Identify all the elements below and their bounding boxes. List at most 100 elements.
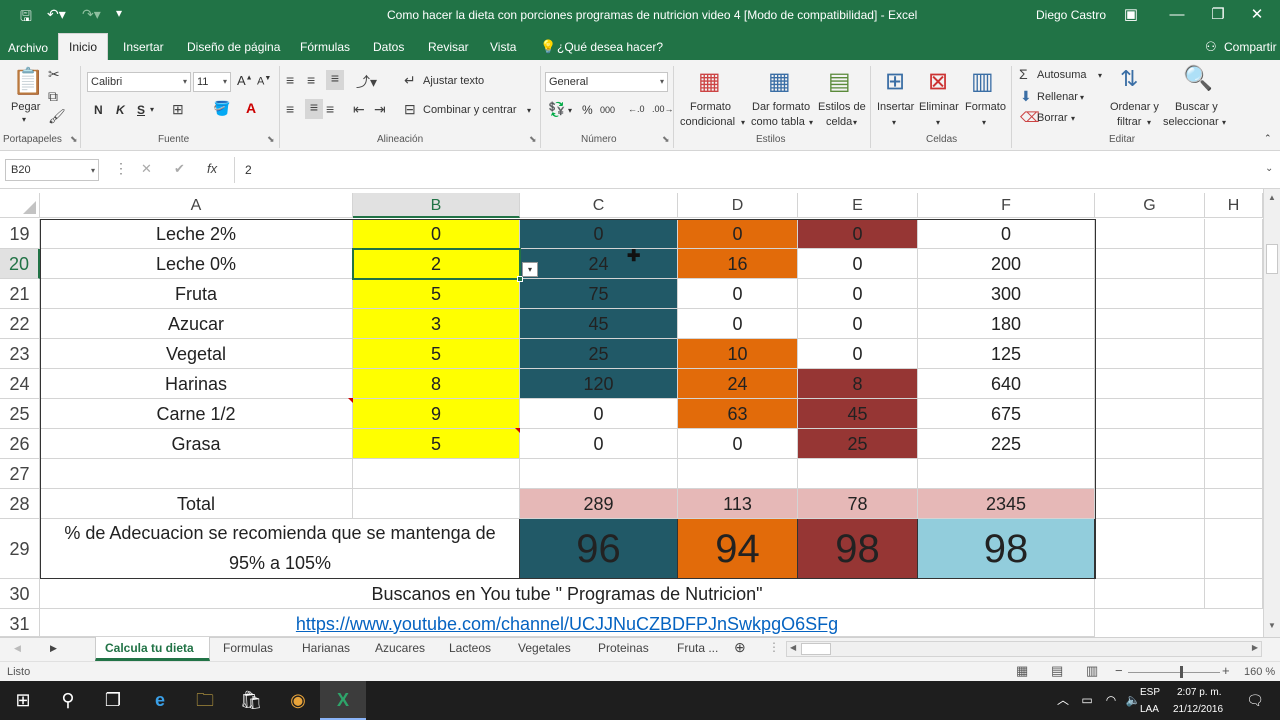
cell-c[interactable]: 0 — [520, 429, 678, 459]
cell-g[interactable] — [1095, 249, 1205, 279]
cell-e[interactable]: 25 — [798, 429, 918, 459]
scroll-up-icon[interactable]: ▲ — [1268, 193, 1276, 202]
cell-e[interactable]: 0 — [798, 219, 918, 249]
cell-g[interactable] — [1095, 219, 1205, 249]
vertical-scrollbar[interactable]: ▲ ▼ — [1263, 189, 1280, 637]
cell-g[interactable] — [1095, 399, 1205, 429]
wrap-text-button[interactable]: Ajustar texto — [423, 75, 484, 87]
clear-dropdown-icon[interactable]: ▾ — [1071, 114, 1075, 123]
cell-h[interactable] — [1205, 489, 1263, 519]
sheet-tab-formulas[interactable]: Formulas — [223, 641, 273, 655]
minimize-icon[interactable]: — — [1154, 0, 1200, 30]
find-line1[interactable]: Buscar y — [1175, 101, 1218, 113]
confirm-entry-icon[interactable]: ✔ — [174, 161, 185, 177]
collapse-ribbon-icon[interactable]: ⌃ — [1264, 133, 1272, 144]
task-view-icon[interactable]: ❐ — [90, 681, 136, 720]
insert-dropdown-icon[interactable]: ▾ — [892, 118, 896, 127]
underline-button[interactable]: S — [137, 103, 145, 117]
total-label[interactable]: Total — [40, 489, 353, 519]
font-size-box[interactable]: 11 ▾ — [193, 72, 231, 92]
align-right-icon[interactable]: ≡ — [326, 101, 334, 117]
cell-g[interactable] — [1095, 369, 1205, 399]
zoom-level[interactable]: 160 % — [1244, 666, 1275, 678]
cond-format-line2[interactable]: condicional — [680, 116, 735, 128]
scroll-down-icon[interactable]: ▼ — [1268, 621, 1276, 630]
language-code[interactable]: ESP — [1140, 687, 1160, 698]
chrome-icon[interactable]: ◉ — [275, 681, 321, 720]
cell-c[interactable]: 0 — [520, 219, 678, 249]
share-button[interactable]: Compartir — [1224, 40, 1277, 54]
row-header[interactable]: 30 — [0, 579, 40, 609]
total-c[interactable]: 289 — [520, 489, 678, 519]
cell-d[interactable]: 10 — [678, 339, 798, 369]
cell-c[interactable]: 45 — [520, 309, 678, 339]
number-format-box[interactable]: General ▾ — [545, 72, 668, 92]
cancel-entry-icon[interactable]: ✕ — [141, 161, 152, 177]
cell-g[interactable] — [1095, 579, 1205, 609]
sort-line2[interactable]: filtrar — [1117, 116, 1141, 128]
row-header[interactable]: 22 — [0, 309, 40, 339]
next-sheet-icon[interactable]: ▶ — [50, 643, 57, 654]
autosum-button[interactable]: Autosuma — [1037, 69, 1087, 81]
adequacy-d[interactable]: 94 — [678, 519, 798, 579]
row-header[interactable]: 26 — [0, 429, 40, 459]
cell-d[interactable]: 16 — [678, 249, 798, 279]
cell-f[interactable]: 225 — [918, 429, 1095, 459]
cell-h[interactable] — [1205, 459, 1263, 489]
format-dropdown-icon[interactable]: ▾ — [982, 118, 986, 127]
row-header[interactable]: 23 — [0, 339, 40, 369]
cell-e[interactable]: 0 — [798, 279, 918, 309]
adequacy-f[interactable]: 98 — [918, 519, 1095, 579]
total-e[interactable]: 78 — [798, 489, 918, 519]
align-left-icon[interactable]: ≡ — [286, 101, 294, 117]
cell-h[interactable] — [1205, 249, 1263, 279]
font-name-box[interactable]: Calibri ▾ — [87, 72, 191, 92]
number-launcher-icon[interactable]: ⬊ — [662, 134, 670, 145]
shrink-font-icon[interactable]: A▼ — [257, 75, 271, 88]
copy-icon[interactable]: ⧉ — [48, 88, 58, 105]
edge-icon[interactable]: e — [137, 681, 183, 720]
thousands-button[interactable]: 000 — [600, 105, 615, 115]
total-d[interactable]: 113 — [678, 489, 798, 519]
tab-diseno[interactable]: Diseño de página — [187, 40, 280, 54]
cell-h[interactable] — [1205, 519, 1263, 579]
comment-indicator-icon[interactable] — [515, 428, 520, 433]
format-table-line1[interactable]: Dar formato — [752, 101, 810, 113]
adequacy-e[interactable]: 98 — [798, 519, 918, 579]
delete-button[interactable]: Eliminar — [919, 101, 959, 113]
expand-formula-bar-icon[interactable]: ⌄ — [1265, 163, 1273, 174]
sheet-tab-fruta[interactable]: Fruta ... — [677, 641, 718, 655]
tab-formulas[interactable]: Fórmulas — [300, 40, 350, 54]
cell-b[interactable]: 3 — [353, 309, 520, 339]
select-all-corner[interactable] — [0, 193, 40, 218]
page-layout-icon[interactable]: ▤ — [1051, 663, 1063, 679]
search-icon[interactable]: ⚲ — [45, 681, 91, 720]
zoom-slider-thumb[interactable] — [1180, 666, 1183, 678]
add-sheet-icon[interactable]: ⊕ — [734, 639, 746, 656]
adequacy-c[interactable]: 96 — [520, 519, 678, 579]
col-header-d[interactable]: D — [678, 193, 798, 218]
tab-inicio[interactable]: Inicio — [58, 33, 108, 60]
cell-a[interactable]: Carne 1/2 — [40, 399, 353, 429]
cell-styles-dropdown-icon[interactable]: ▾ — [853, 118, 857, 127]
total-f[interactable]: 2345 — [918, 489, 1095, 519]
align-top-icon[interactable]: ≡ — [286, 72, 294, 88]
prev-sheet-icon[interactable]: ◀ — [14, 643, 21, 654]
cell-a[interactable] — [40, 459, 353, 489]
col-header-a[interactable]: A — [40, 193, 353, 218]
cell-b[interactable]: 9 — [353, 399, 520, 429]
autosum-icon[interactable]: Σ — [1019, 66, 1028, 82]
user-name[interactable]: Diego Castro — [1036, 8, 1106, 22]
cell-g[interactable] — [1095, 519, 1205, 579]
cell-h[interactable] — [1205, 369, 1263, 399]
cell-a[interactable]: Leche 0% — [40, 249, 353, 279]
row-header[interactable]: 21 — [0, 279, 40, 309]
col-header-b[interactable]: B — [353, 193, 520, 218]
accounting-format-icon[interactable]: 💱 — [548, 101, 565, 118]
cell-a[interactable]: Grasa — [40, 429, 353, 459]
sheet-tab-harianas[interactable]: Harianas — [302, 641, 350, 655]
cell-d[interactable]: 24 — [678, 369, 798, 399]
merge-dropdown-icon[interactable]: ▾ — [527, 106, 531, 115]
cell-f[interactable]: 125 — [918, 339, 1095, 369]
cell-a[interactable]: Vegetal — [40, 339, 353, 369]
